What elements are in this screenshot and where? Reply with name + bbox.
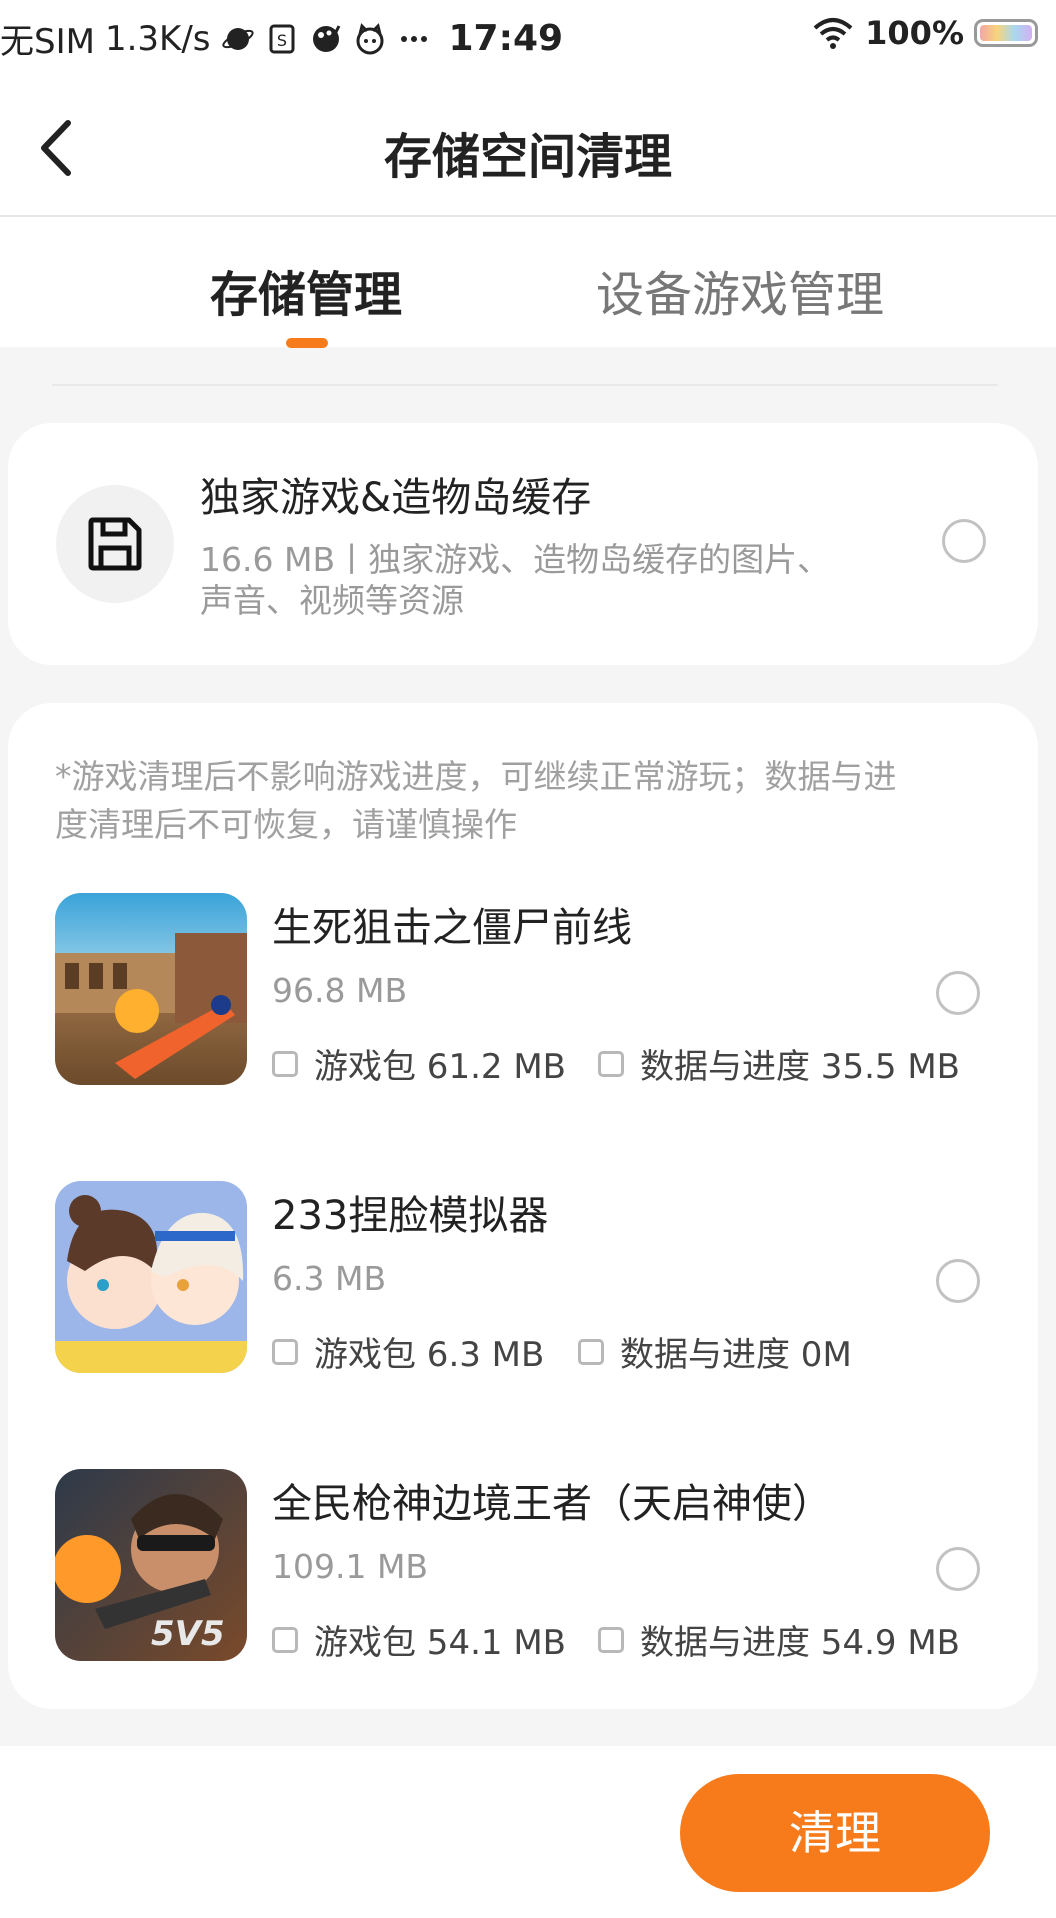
tab-bar: 存储管理 设备游戏管理: [0, 217, 1056, 347]
sim-status: 无SIM: [0, 22, 95, 62]
divider: [52, 384, 998, 386]
status-right: 100%: [811, 14, 1038, 52]
cat-face-icon: [356, 22, 383, 54]
notice-line2: 度清理后不可恢复，请谨慎操作: [55, 805, 517, 844]
package-checkbox[interactable]: [272, 1626, 298, 1653]
data-label: 数据与进度 54.9 MB: [640, 1623, 960, 1663]
package-checkbox[interactable]: [272, 1050, 298, 1077]
svg-text:5V5: 5V5: [151, 1614, 225, 1654]
data-option[interactable]: 数据与进度 54.9 MB: [598, 1615, 960, 1664]
more-dots-icon: [400, 35, 427, 42]
notice-line1: *游戏清理后不影响游戏进度，可继续正常游玩；数据与进: [55, 757, 897, 796]
bottom-bar: 清理: [0, 1746, 1056, 1918]
data-label: 数据与进度 35.5 MB: [640, 1047, 960, 1087]
package-option[interactable]: 游戏包 61.2 MB: [272, 1039, 566, 1088]
status-bar: 无SIM 1.3K/s S 17:49 100%: [0, 0, 1056, 75]
floppy-disk-icon: [88, 517, 142, 571]
game-size: 6.3 MB: [272, 1259, 387, 1298]
games-card: *游戏清理后不影响游戏进度，可继续正常游玩；数据与进 度清理后不可恢复，请谨慎操…: [8, 703, 1038, 1709]
cache-desc-line1: 16.6 MB丨独家游戏、造物岛缓存的图片、: [200, 540, 831, 579]
game-name: 生死狙击之僵尸前线: [272, 905, 632, 951]
package-checkbox[interactable]: [272, 1338, 298, 1365]
battery-percent: 100%: [865, 14, 964, 52]
wifi-icon: [813, 18, 853, 49]
data-option[interactable]: 数据与进度 0M: [578, 1327, 852, 1376]
package-label: 游戏包 6.3 MB: [314, 1335, 545, 1375]
network-speed: 1.3K/s: [104, 18, 211, 59]
clean-button[interactable]: 清理: [680, 1774, 990, 1892]
cleanup-notice: *游戏清理后不影响游戏进度，可继续正常游玩；数据与进 度清理后不可恢复，请谨慎操…: [55, 753, 1005, 849]
game-thumbnail: [55, 1181, 247, 1373]
game-name: 233捏脸模拟器: [272, 1193, 549, 1239]
battery-icon: [974, 19, 1038, 47]
package-option[interactable]: 游戏包 6.3 MB: [272, 1327, 544, 1376]
data-checkbox[interactable]: [578, 1338, 604, 1365]
tab-device-game-management[interactable]: 设备游戏管理: [596, 255, 884, 325]
status-left: 无SIM 1.3K/s S 17:49: [0, 14, 563, 63]
game-row[interactable]: 233捏脸模拟器 6.3 MB 游戏包 6.3 MB 数据与进度 0M: [8, 1181, 1038, 1381]
data-label: 数据与进度 0M: [620, 1335, 852, 1375]
paint-icon: [312, 24, 340, 52]
game-thumbnail: [55, 893, 247, 1085]
game-size: 96.8 MB: [272, 971, 408, 1010]
package-label: 游戏包 61.2 MB: [314, 1047, 566, 1087]
game-size: 109.1 MB: [272, 1547, 429, 1586]
game-select-radio[interactable]: [936, 1547, 980, 1591]
game-row[interactable]: 生死狙击之僵尸前线 96.8 MB 游戏包 61.2 MB 数据与进度 35.5…: [8, 893, 1038, 1093]
game-select-radio[interactable]: [936, 971, 980, 1015]
active-tab-indicator: [286, 338, 328, 348]
cache-description: 16.6 MB丨独家游戏、造物岛缓存的图片、 声音、视频等资源: [200, 539, 880, 621]
game-thumbnail: 5V5: [55, 1469, 247, 1661]
planet-icon: [221, 27, 254, 50]
cache-icon-circle: [56, 485, 174, 603]
clock: 17:49: [448, 18, 564, 59]
package-label: 游戏包 54.1 MB: [314, 1623, 566, 1663]
game-row[interactable]: 5V5 全民枪神边境王者（天启神使） 109.1 MB 游戏包 54.1 MB …: [8, 1469, 1038, 1669]
data-checkbox[interactable]: [598, 1050, 624, 1077]
svg-text:S: S: [276, 31, 286, 50]
game-select-radio[interactable]: [936, 1259, 980, 1303]
sim-card-icon: S: [269, 24, 294, 53]
page-title: 存储空间清理: [383, 129, 672, 185]
cache-title: 独家游戏&造物岛缓存: [200, 475, 592, 521]
data-option[interactable]: 数据与进度 35.5 MB: [598, 1039, 960, 1088]
tab-storage-management[interactable]: 存储管理: [210, 255, 402, 325]
header: 存储空间清理: [0, 75, 1056, 217]
package-option[interactable]: 游戏包 54.1 MB: [272, 1615, 566, 1664]
cache-desc-line2: 声音、视频等资源: [200, 581, 464, 620]
game-name: 全民枪神边境王者（天启神使）: [272, 1481, 832, 1527]
cache-select-radio[interactable]: [942, 519, 986, 563]
cache-card[interactable]: 独家游戏&造物岛缓存 16.6 MB丨独家游戏、造物岛缓存的图片、 声音、视频等…: [8, 423, 1038, 665]
data-checkbox[interactable]: [598, 1626, 624, 1653]
